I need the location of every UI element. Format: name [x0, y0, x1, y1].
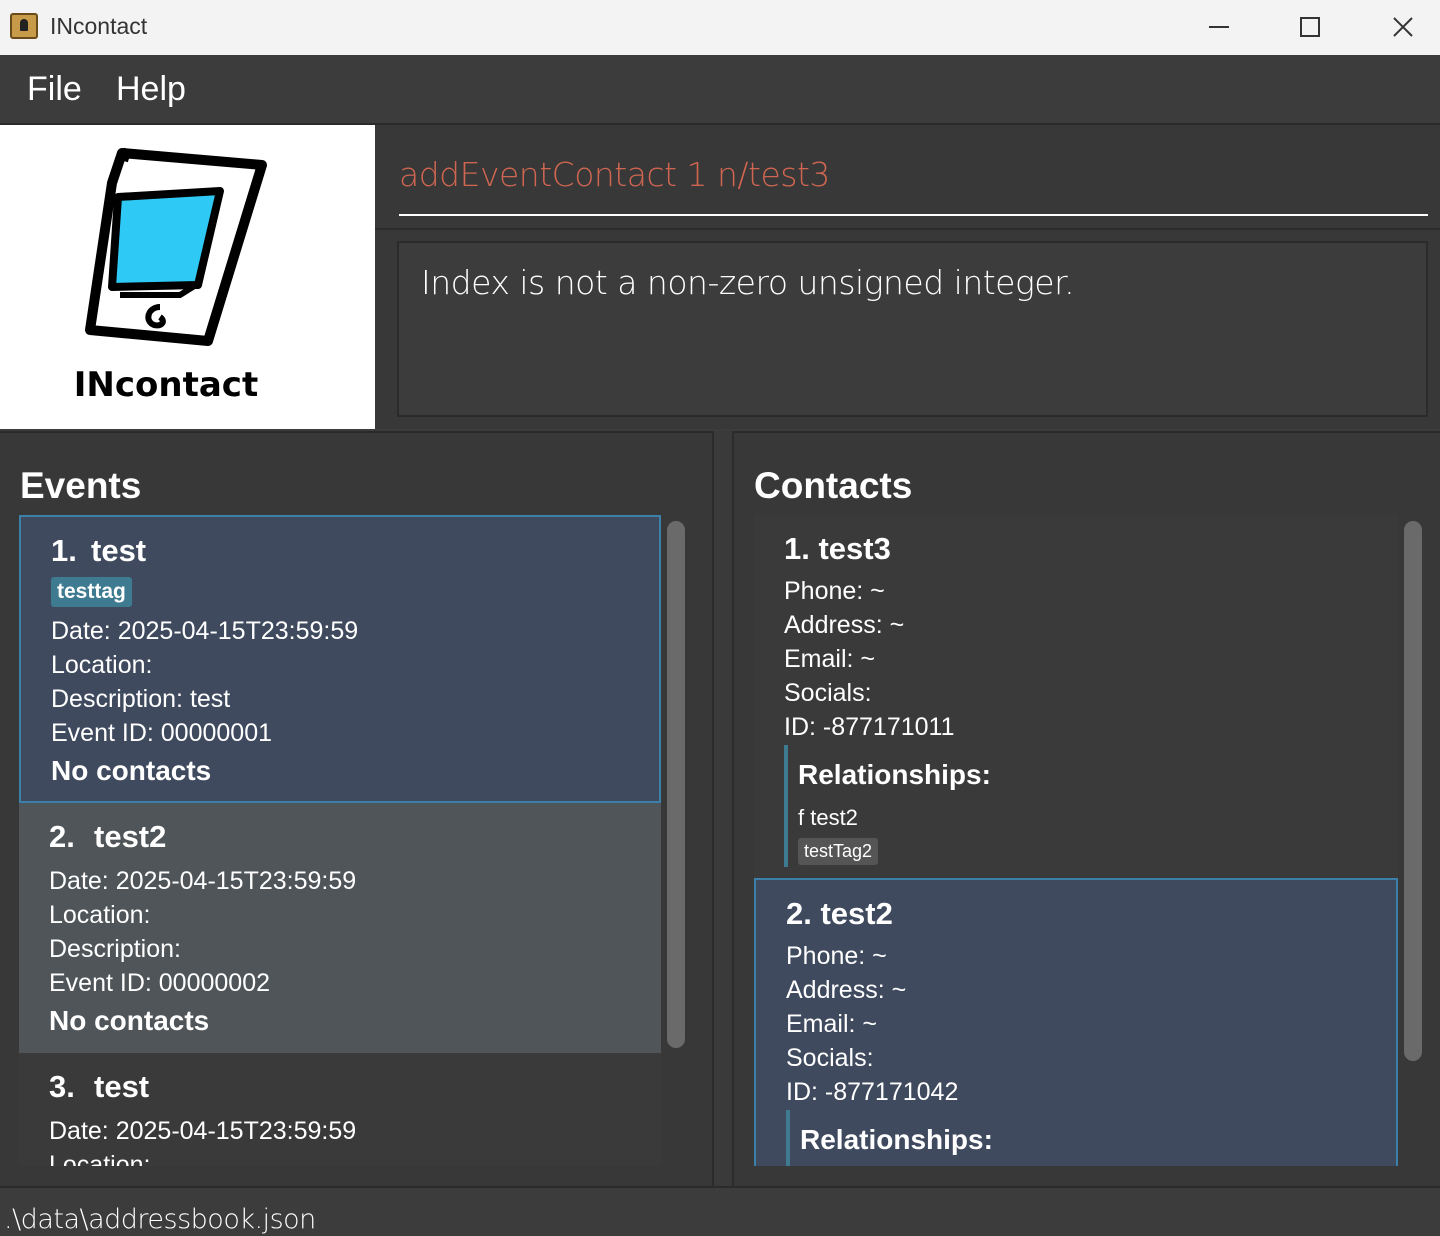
contact-heading: 1. test3 [784, 531, 891, 566]
title-bar: INcontact [0, 0, 1440, 55]
event-description: Description: [49, 935, 181, 963]
event-name: test [91, 533, 147, 568]
phone-logo-icon [85, 147, 267, 346]
contact-email: Email: ~ [786, 1010, 878, 1038]
result-pane: Index is not a non-zero unsigned integer… [375, 230, 1440, 429]
event-card-3[interactable]: 3. test Date: 2025-04-15T23:59:59 Locati… [19, 1053, 661, 1166]
window-title: INcontact [50, 13, 148, 39]
event-contacts: No contacts [49, 1005, 210, 1036]
events-title: Events [20, 465, 142, 506]
maximize-icon [1300, 16, 1320, 37]
event-location: Location: [49, 1151, 151, 1166]
menu-file[interactable]: File [27, 70, 82, 109]
command-pane [375, 125, 1440, 230]
result-message: Index is not a non-zero unsigned integer… [421, 263, 1075, 302]
events-scrollbar[interactable] [667, 521, 685, 1048]
command-input[interactable] [399, 155, 1427, 194]
event-id: Event ID: 00000002 [49, 969, 270, 997]
status-file-path: .\data\addressbook.json [4, 1204, 316, 1235]
contact-id: ID: -877171011 [784, 713, 955, 741]
relationship-item: f test2 [798, 805, 858, 830]
contact-socials: Socials: [786, 1044, 874, 1072]
app-icon [10, 13, 38, 39]
status-bar: .\data\addressbook.json [0, 1186, 1440, 1236]
event-id: Event ID: 00000001 [51, 719, 272, 747]
close-button[interactable] [1358, 0, 1440, 55]
event-contacts: No contacts [51, 755, 212, 786]
maximize-button[interactable] [1265, 0, 1355, 55]
contact-heading: 2. test2 [786, 896, 893, 931]
event-date: Date: 2025-04-15T23:59:59 [51, 617, 359, 645]
event-date: Date: 2025-04-15T23:59:59 [49, 867, 357, 895]
event-name: test [94, 1069, 150, 1104]
logo-pane: INcontact [0, 125, 375, 429]
close-icon [1393, 17, 1413, 37]
result-display[interactable]: Index is not a non-zero unsigned integer… [397, 241, 1428, 417]
event-card-2[interactable]: 2. test2 Date: 2025-04-15T23:59:59 Locat… [19, 803, 661, 1053]
contacts-scrollbar[interactable] [1404, 521, 1422, 1061]
contact-socials: Socials: [784, 679, 872, 707]
relationship-tag: testTag2 [798, 838, 879, 865]
event-index: 3. [49, 1069, 75, 1104]
contact-id: ID: -877171042 [786, 1078, 959, 1106]
contact-list: 1. test3 Phone: ~ Address: ~ Email: ~ So… [754, 515, 1398, 1166]
split-divider[interactable] [712, 431, 732, 1186]
menu-help[interactable]: Help [116, 70, 186, 109]
contact-phone: Phone: ~ [784, 577, 885, 605]
event-location: Location: [51, 651, 153, 679]
minimize-button[interactable] [1174, 0, 1264, 55]
contacts-panel: Contacts 1. test3 Phone: ~ Address: ~ Em… [732, 431, 1440, 1186]
contact-email: Email: ~ [784, 645, 876, 673]
menu-bar: File Help [0, 55, 1440, 125]
contact-phone: Phone: ~ [786, 942, 887, 970]
event-index: 1. [51, 533, 77, 568]
event-date: Date: 2025-04-15T23:59:59 [49, 1117, 357, 1145]
contact-address: Address: ~ [784, 611, 905, 639]
event-list: 1. test testtag Date: 2025-04-15T23:59:5… [19, 515, 661, 1166]
command-underline [399, 214, 1428, 216]
event-index: 2. [49, 819, 75, 854]
event-location: Location: [49, 901, 151, 929]
events-panel: Events 1. test testtag Date: 2025-04-15T… [0, 431, 712, 1186]
relationships-label: Relationships: [800, 1124, 993, 1155]
event-description: Description: test [51, 685, 231, 713]
event-name: test2 [94, 819, 167, 854]
event-card-1[interactable]: 1. test testtag Date: 2025-04-15T23:59:5… [19, 515, 661, 803]
logo-text: INcontact [73, 365, 259, 405]
event-tag: testtag [51, 577, 132, 607]
relationship-bar [786, 1110, 790, 1166]
relationship-bar [784, 745, 788, 867]
minimize-icon [1209, 25, 1229, 28]
contacts-title: Contacts [754, 465, 913, 506]
contact-card-1[interactable]: 1. test3 Phone: ~ Address: ~ Email: ~ So… [754, 515, 1398, 877]
relationships-label: Relationships: [798, 759, 991, 790]
contact-card-2[interactable]: 2. test2 Phone: ~ Address: ~ Email: ~ So… [754, 878, 1398, 1166]
contact-address: Address: ~ [786, 976, 907, 1004]
